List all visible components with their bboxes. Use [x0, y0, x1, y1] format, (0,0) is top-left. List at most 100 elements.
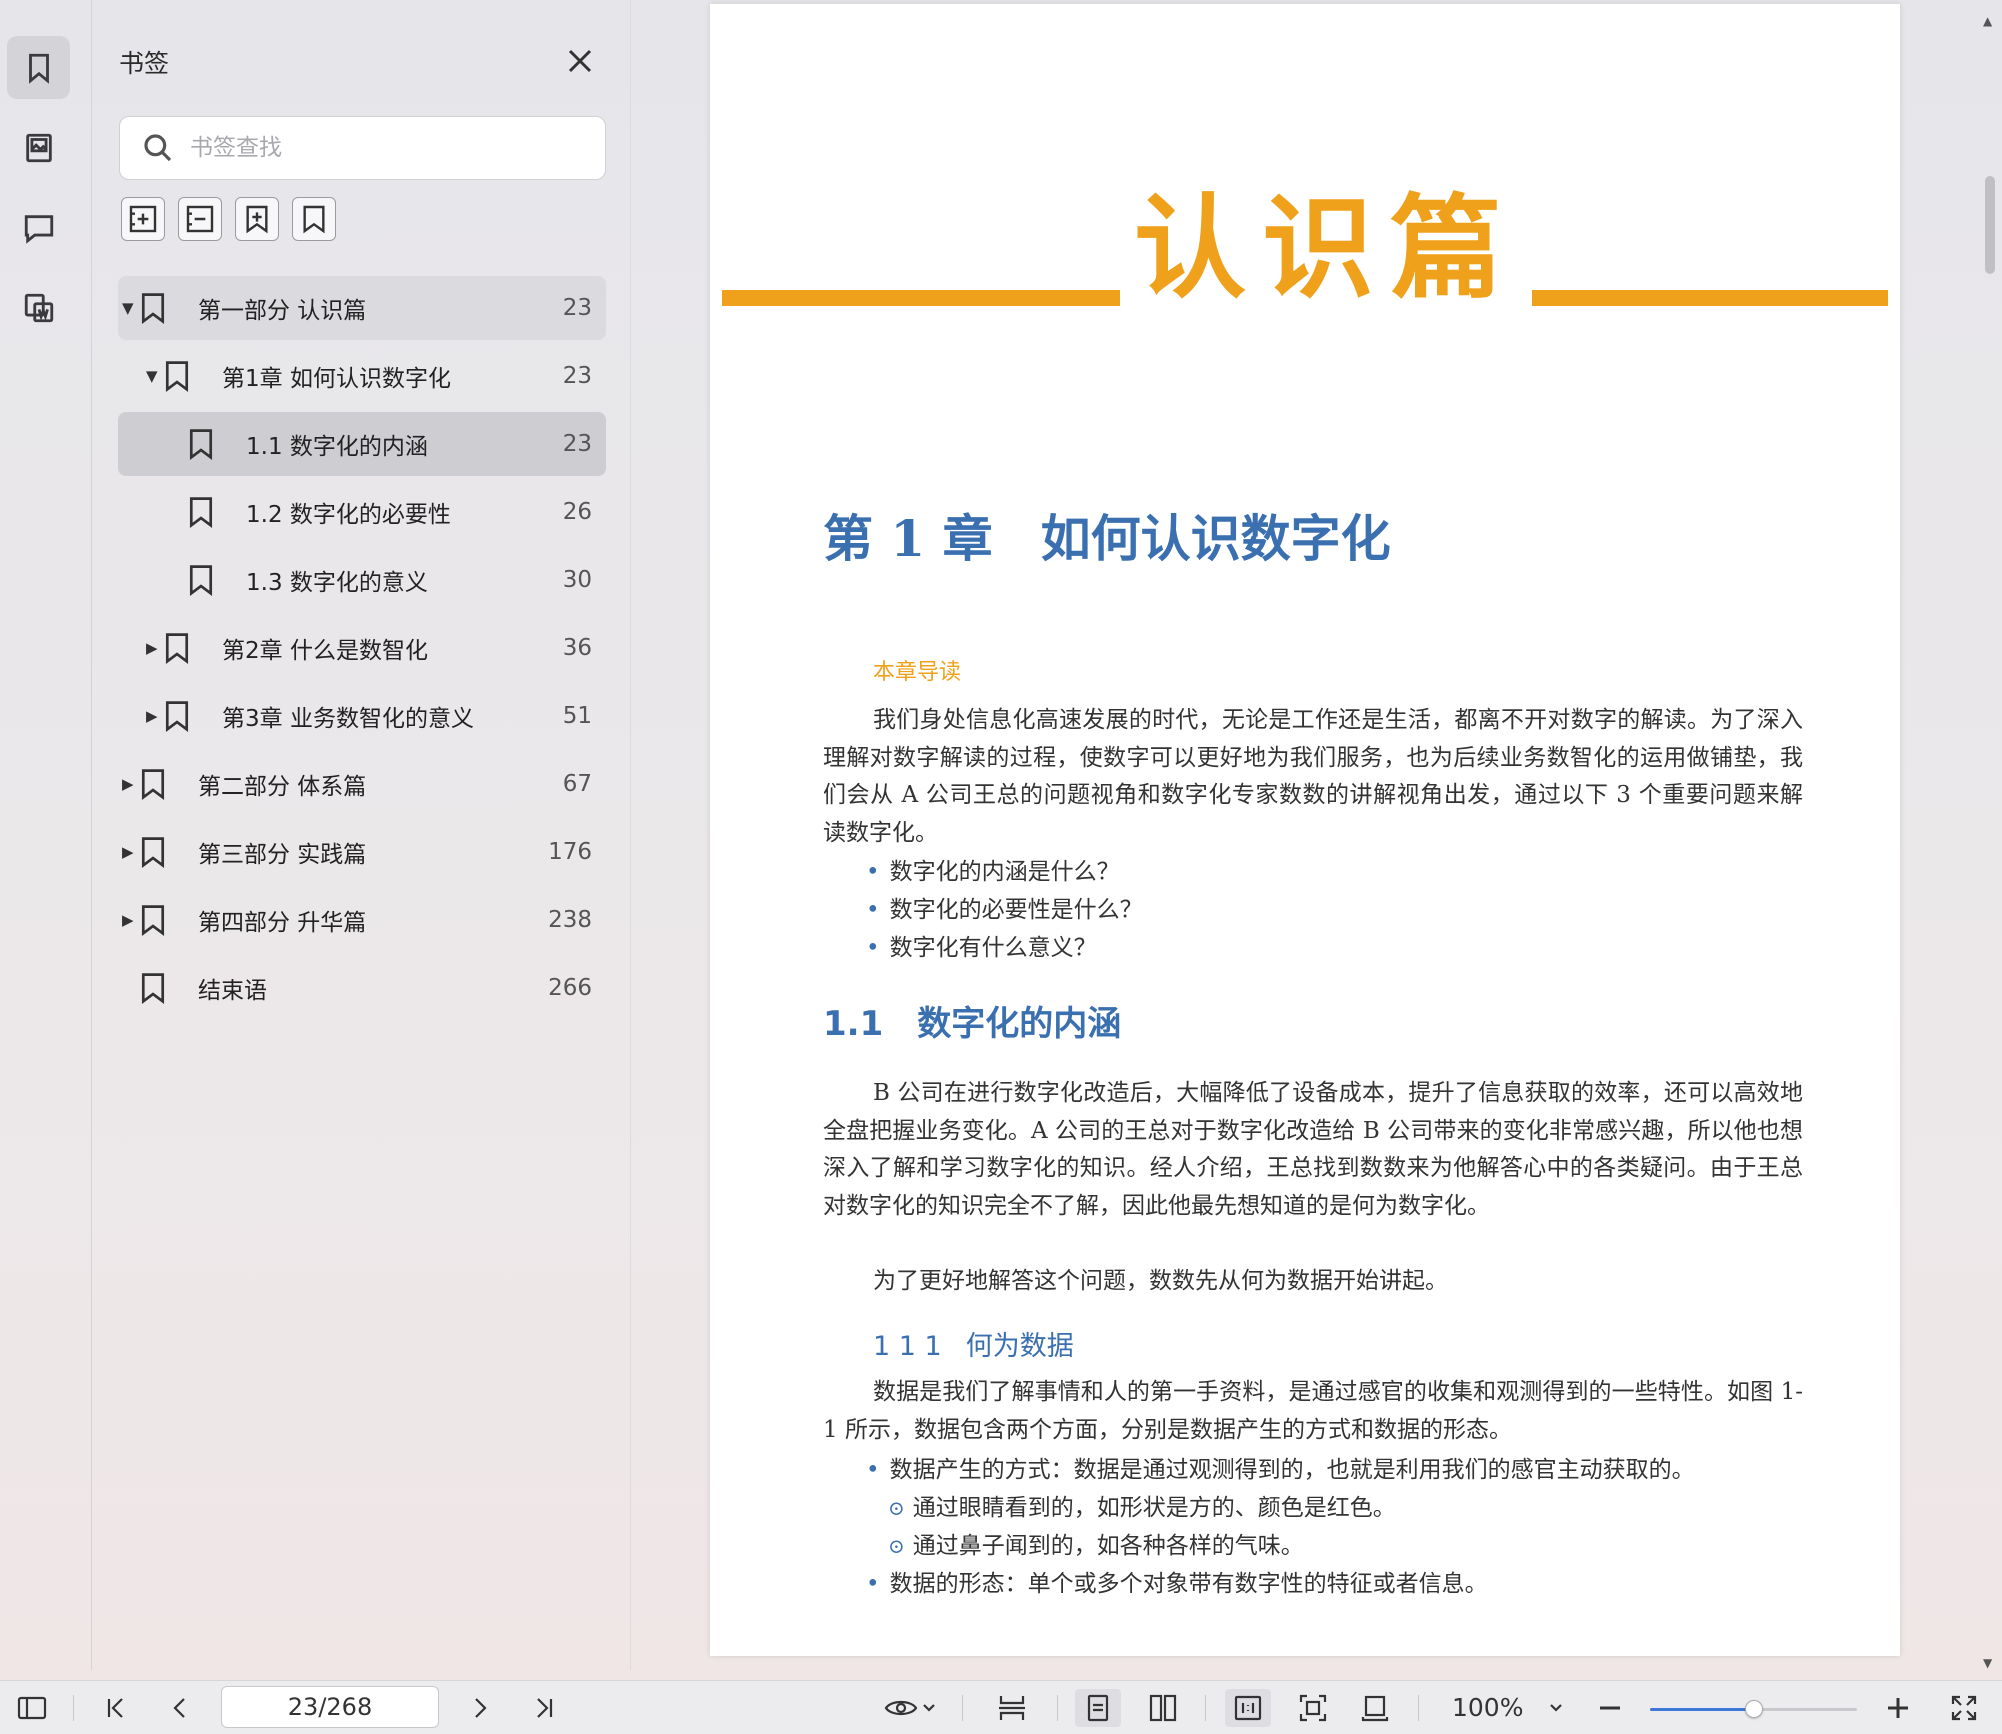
zoom-out-button[interactable] [1592, 1689, 1628, 1727]
bookmark-item[interactable]: 1.2 数字化的必要性 26 [118, 480, 606, 544]
chevron-right-icon [475, 1698, 487, 1718]
bookmark-item[interactable]: 1.3 数字化的意义 30 [118, 548, 606, 612]
zoom-preset-dropdown[interactable] [1544, 1689, 1568, 1727]
part-banner-title: 认识篇 [1120, 184, 1532, 314]
bookmark-label: 第三部分 实践篇 [198, 842, 367, 868]
toggle-sidebar-button[interactable] [12, 1689, 52, 1727]
bookmark-page-number: 67 [562, 771, 592, 797]
vertical-scrollbar[interactable]: ▲ ▼ [1976, 0, 2002, 1680]
two-page-button[interactable] [1140, 1689, 1186, 1727]
sidebar-toggle-icon [17, 1696, 47, 1720]
bookmark-search-input[interactable] [190, 135, 570, 161]
attachments-tab-button[interactable] [7, 276, 70, 339]
bookmark-page-number: 36 [562, 635, 592, 661]
bookmark-label: 第四部分 升华篇 [198, 910, 367, 936]
expand-arrow-right-icon[interactable]: ▶ [122, 843, 136, 861]
bookmark-label: 第1章 如何认识数字化 [222, 366, 451, 392]
add-bookmark-button[interactable] [235, 197, 279, 241]
zoom-in-button[interactable] [1880, 1689, 1916, 1727]
actual-size-icon [1234, 1695, 1262, 1721]
single-page-button[interactable] [1075, 1689, 1121, 1727]
first-page-button[interactable] [98, 1689, 134, 1727]
bookmark-icon [138, 767, 168, 801]
toolbar-divider [1205, 1695, 1206, 1721]
bookmark-item[interactable]: ▼ 第1章 如何认识数字化 23 [118, 344, 606, 408]
bookmark-search-box[interactable] [119, 116, 606, 180]
bookmark-label: 第二部分 体系篇 [198, 774, 367, 800]
expand-arrow-right-icon[interactable]: ▶ [146, 639, 160, 657]
bookmark-outline-icon [303, 205, 325, 234]
view-mode-dropdown[interactable] [878, 1689, 942, 1727]
bookmark-tree: ▼ 第一部分 认识篇 23 ▼ 第1章 如何认识数字化 23 1.1 数字化的内涵 23 1.2… [118, 276, 606, 1024]
bookmark-item[interactable]: ▶ 第3章 业务数智化的意义 51 [118, 684, 606, 748]
thumbnails-tab-button[interactable] [7, 116, 70, 179]
bookmark-page-number: 23 [562, 295, 592, 321]
expand-all-button[interactable] [121, 197, 165, 241]
last-page-button[interactable] [526, 1689, 562, 1727]
close-icon [568, 49, 592, 73]
bookmark-item[interactable]: ▶ 第三部分 实践篇 176 [118, 820, 606, 884]
subsection-paragraph: 数据是我们了解事情和人的第一手资料，是通过感官的收集和观测得到的一些特性。如图 … [823, 1379, 1803, 1443]
chapter-title: 第 1 章如何认识数字化 [823, 499, 1391, 571]
expand-arrow-right-icon[interactable]: ▶ [122, 911, 136, 929]
bookmark-item[interactable]: ▶ 第2章 什么是数智化 36 [118, 616, 606, 680]
icon-rail [0, 0, 92, 1670]
section-paragraph: B 公司在进行数字化改造后，大幅降低了设备成本，提升了信息获取的效率，还可以高效… [823, 1080, 1803, 1219]
bookmark-icon [162, 359, 192, 393]
expand-arrow-down-icon[interactable]: ▼ [146, 367, 160, 385]
thumbnail-icon [25, 133, 52, 162]
bookmark-page-number: 238 [548, 907, 592, 933]
document-page: 认识篇 第 1 章如何认识数字化 本章导读 我们身处信息化高速发展的时代，无论是… [710, 4, 1900, 1656]
bookmark-icon [186, 495, 216, 529]
section-number: 1.1 [823, 1004, 884, 1044]
bookmark-tools [121, 197, 336, 241]
bookmark-label: 第3章 业务数智化的意义 [222, 706, 474, 732]
fit-width-button[interactable] [1352, 1689, 1398, 1727]
bookmark-label: 结束语 [198, 978, 267, 1004]
close-panel-button[interactable] [565, 46, 595, 76]
bookmark-item[interactable]: 结束语 266 [118, 956, 606, 1020]
bookmark-item[interactable]: ▶ 第四部分 升华篇 238 [118, 888, 606, 952]
chapter-number: 第 1 章 [823, 509, 993, 568]
bottom-toolbar: 23/268 100% [0, 1680, 2002, 1734]
chapter-name: 如何认识数字化 [1040, 509, 1391, 568]
bookmark-page-number: 23 [562, 431, 592, 457]
scrollbar-thumb[interactable] [1985, 176, 1995, 274]
subsection-sub-bullet: 通过鼻子闻到的，如各种各样的气味。 [866, 1527, 1695, 1565]
bookmark-item[interactable]: ▼ 第一部分 认识篇 23 [118, 276, 606, 340]
bookmarks-tab-button[interactable] [7, 36, 70, 99]
zoom-slider-handle[interactable] [1744, 1700, 1763, 1718]
bookmark-options-button[interactable] [292, 197, 336, 241]
scroll-up-arrow-icon[interactable]: ▲ [1983, 14, 1992, 28]
zoom-slider[interactable] [1650, 1700, 1857, 1718]
actual-size-button[interactable] [1225, 1689, 1271, 1727]
expand-arrow-right-icon[interactable]: ▶ [146, 707, 160, 725]
zoom-level-value[interactable]: 100% [1452, 1693, 1523, 1722]
scroll-down-arrow-icon[interactable]: ▼ [1983, 1656, 1992, 1670]
previous-page-button[interactable] [162, 1689, 198, 1727]
plus-icon [1888, 1698, 1908, 1718]
panel-title: 书签 [119, 49, 170, 78]
collapse-all-button[interactable] [178, 197, 222, 241]
section-paragraph: 为了更好地解答这个问题，数数先从何为数据开始讲起。 [873, 1268, 1448, 1294]
bookmark-item[interactable]: ▶ 第二部分 体系篇 67 [118, 752, 606, 816]
subsection-bullet-list: 数据产生的方式：数据是通过观测得到的，也就是利用我们的感官主动获取的。 通过眼睛… [866, 1451, 1695, 1603]
page-number-input[interactable]: 23/268 [221, 1686, 439, 1728]
lead-bullet-list: 数字化的内涵是什么？ 数字化的必要性是什么？ 数字化有什么意义？ [866, 853, 1143, 967]
chevron-left-icon [173, 1698, 185, 1718]
bookmark-page-number: 176 [548, 839, 592, 865]
expand-all-icon [129, 205, 157, 233]
chevron-down-icon [1550, 1704, 1562, 1712]
search-icon [144, 134, 172, 162]
expand-arrow-right-icon[interactable]: ▶ [122, 775, 136, 793]
fullscreen-button[interactable] [1944, 1689, 1984, 1727]
comments-tab-button[interactable] [7, 196, 70, 259]
fit-page-button[interactable] [1290, 1689, 1336, 1727]
two-page-icon [1149, 1694, 1177, 1722]
next-page-button[interactable] [462, 1689, 498, 1727]
continuous-scroll-button[interactable] [990, 1689, 1034, 1727]
fit-page-icon [1299, 1694, 1327, 1722]
expand-arrow-down-icon[interactable]: ▼ [122, 299, 136, 317]
bookmark-item[interactable]: 1.1 数字化的内涵 23 [118, 412, 606, 476]
toolbar-divider [73, 1695, 74, 1721]
